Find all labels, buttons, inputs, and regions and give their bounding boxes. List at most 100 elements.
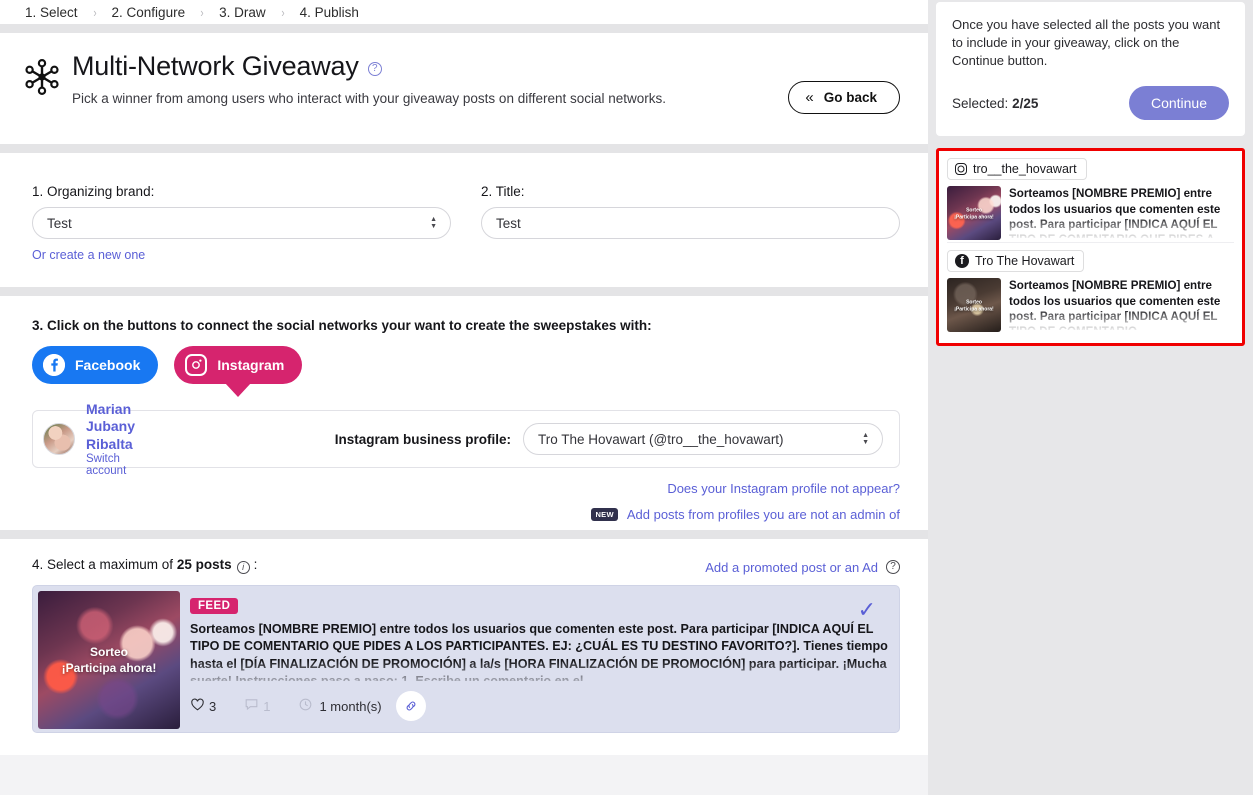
- post-age: 1 month(s): [298, 697, 382, 715]
- add-promoted-post-link[interactable]: Add a promoted post or an Ad ?: [705, 560, 900, 575]
- post-type-badge: FEED: [190, 598, 239, 614]
- section-social-networks: 3. Click on the buttons to connect the s…: [0, 296, 928, 530]
- breadcrumb-step-draw[interactable]: 3. Draw: [216, 5, 269, 20]
- right-sidebar: Once you have selected all the posts you…: [936, 0, 1253, 795]
- page-title: Multi-Network Giveaway ?: [72, 51, 666, 81]
- go-back-button[interactable]: « Go back: [788, 81, 900, 114]
- post-thumbnail-line1: Sorteo: [89, 644, 128, 659]
- breadcrumb-step-publish[interactable]: 4. Publish: [297, 5, 362, 20]
- selected-post-handle: tro__the_hovawart: [973, 162, 1077, 177]
- selected-post-item[interactable]: tro__the_hovawart Sorteo ¡Participa ahor…: [947, 158, 1234, 242]
- info-icon[interactable]: i: [236, 561, 250, 574]
- account-name[interactable]: Marian Jubany Ribalta: [86, 401, 145, 454]
- breadcrumb-step-configure[interactable]: 2. Configure: [109, 5, 189, 20]
- title-field: 2. Title:: [481, 184, 900, 264]
- post-thumbnail-caption: Sorteo ¡Participa ahora!: [38, 644, 180, 676]
- selected-post-network-tag: tro__the_hovawart: [947, 158, 1087, 181]
- selected-post-thumbnail-caption: Sorteo ¡Participa ahora!: [947, 300, 1001, 313]
- post-likes: 3: [190, 697, 216, 715]
- selected-counter-value: 2/25: [1012, 95, 1039, 111]
- profile-not-appear-link[interactable]: Does your Instagram profile not appear?: [32, 481, 900, 496]
- post-thumbnail-line2: ¡Participa ahora!: [61, 661, 157, 675]
- selected-post-handle: Tro The Hovawart: [975, 254, 1075, 269]
- app-page: 1. Select › 2. Configure › 3. Draw › 4. …: [0, 0, 1253, 795]
- divider-strip: [0, 530, 928, 539]
- heart-icon: [190, 697, 205, 715]
- breadcrumb: 1. Select › 2. Configure › 3. Draw › 4. …: [0, 0, 928, 24]
- section-select-posts: 4. Select a maximum of 25 posts i: Add a …: [0, 539, 928, 755]
- selected-counter: Selected: 2/25: [952, 96, 1038, 111]
- selected-post-thumbnail: Sorteo ¡Participa ahora!: [947, 278, 1001, 333]
- divider-strip: [0, 144, 928, 153]
- selected-post-network-tag: f Tro The Hovawart: [947, 250, 1085, 273]
- instagram-icon: [185, 354, 208, 376]
- selected-counter-label: Selected:: [952, 95, 1009, 111]
- title-label: 2. Title:: [481, 184, 525, 199]
- selected-post-thumb-line2: ¡Participa ahora!: [954, 306, 994, 313]
- link-icon[interactable]: [395, 691, 426, 721]
- add-promoted-post-label: Add a promoted post or an Ad: [705, 559, 878, 575]
- post-text: Sorteamos [NOMBRE PREMIO] entre todos lo…: [190, 622, 888, 681]
- help-icon[interactable]: ?: [367, 62, 382, 77]
- selected-post-text: Sorteamos [NOMBRE PREMIO] entre todos lo…: [1009, 279, 1221, 330]
- post-age-label: 1 month(s): [319, 698, 382, 714]
- post-thumbnail: Sorteo ¡Participa ahora!: [38, 591, 180, 729]
- title-input[interactable]: [481, 207, 900, 239]
- go-back-label: Go back: [823, 90, 877, 105]
- network-hub-icon: [22, 57, 62, 97]
- selected-post-thumbnail-caption: Sorteo ¡Participa ahora!: [947, 208, 1001, 221]
- continue-instructions: Once you have selected all the posts you…: [952, 17, 1221, 68]
- page-subtitle: Pick a winner from among users who inter…: [72, 91, 667, 107]
- breadcrumb-separator-icon: ›: [200, 4, 204, 20]
- post-card[interactable]: Sorteo ¡Participa ahora! FEED Sorteamos …: [32, 585, 900, 733]
- social-networks-heading: 3. Click on the buttons to connect the s…: [32, 318, 900, 333]
- chevron-left-double-icon: «: [805, 89, 813, 106]
- divider-strip: [0, 287, 928, 296]
- organizing-brand-select[interactable]: Test: [32, 207, 451, 239]
- help-icon[interactable]: ?: [886, 560, 900, 574]
- instagram-business-profile-label: Instagram business profile:: [334, 431, 511, 447]
- post-body: FEED Sorteamos [NOMBRE PREMIO] entre tod…: [180, 591, 894, 727]
- instagram-business-profile-select[interactable]: Tro The Hovawart (@tro__the_hovawart): [523, 423, 883, 455]
- facebook-label: Facebook: [75, 357, 141, 373]
- main-column: 1. Select › 2. Configure › 3. Draw › 4. …: [0, 0, 928, 795]
- breadcrumb-step-select[interactable]: 1. Select: [22, 5, 81, 20]
- breadcrumb-separator-icon: ›: [280, 4, 285, 20]
- instagram-label: Instagram: [217, 357, 285, 373]
- post-likes-count: 3: [209, 698, 217, 714]
- avatar: [43, 423, 75, 455]
- selected-post-item[interactable]: f Tro The Hovawart Sorteo ¡Participa aho…: [947, 242, 1234, 334]
- page-header: Multi-Network Giveaway ? Pick a winner f…: [0, 33, 928, 144]
- section-brand-title: 1. Organizing brand: Test ▲ ▼ Or create a…: [0, 153, 928, 287]
- connect-facebook-button[interactable]: Facebook: [32, 346, 159, 384]
- connect-instagram-button[interactable]: Instagram: [174, 346, 303, 384]
- instagram-icon: [955, 163, 967, 176]
- add-posts-from-other-profiles-link[interactable]: Add posts from profiles you are not an a…: [627, 507, 900, 522]
- selected-post-thumb-line2: ¡Participa ahora!: [954, 214, 994, 221]
- switch-account-link[interactable]: Switch account: [86, 453, 145, 477]
- facebook-icon: f: [955, 254, 969, 269]
- facebook-icon: [43, 354, 65, 376]
- selected-posts-list: tro__the_hovawart Sorteo ¡Participa ahor…: [936, 148, 1245, 347]
- profile-help-links: Does your Instagram profile not appear? …: [32, 481, 900, 522]
- divider-strip: [0, 24, 928, 33]
- select-posts-heading-prefix: 4. Select a maximum of: [32, 557, 177, 572]
- clock-icon: [298, 697, 313, 715]
- post-meta: 3 1 1 month(s): [190, 691, 426, 721]
- post-comments: 1: [244, 697, 270, 715]
- network-buttons: Facebook Instagram: [32, 346, 900, 384]
- selected-post-text: Sorteamos [NOMBRE PREMIO] entre todos lo…: [1009, 187, 1221, 238]
- continue-panel: Once you have selected all the posts you…: [936, 2, 1245, 137]
- post-selected-check-icon[interactable]: ✓: [858, 599, 876, 621]
- page-title-text: Multi-Network Giveaway: [72, 51, 359, 81]
- select-posts-max: 25 posts: [176, 557, 232, 572]
- create-new-brand-link[interactable]: Or create a new one: [32, 248, 145, 262]
- comment-icon: [244, 697, 259, 715]
- connected-account-box: Marian Jubany Ribalta Switch account Ins…: [32, 401, 900, 477]
- selected-post-thumbnail: Sorteo ¡Participa ahora!: [947, 186, 1001, 241]
- social-networks-heading-text: 3. Click on the buttons to connect the s…: [32, 318, 652, 333]
- select-posts-heading-suffix: :: [253, 557, 258, 572]
- select-posts-heading: 4. Select a maximum of 25 posts i:: [32, 557, 258, 574]
- continue-button[interactable]: Continue: [1128, 86, 1229, 121]
- organizing-brand-label: 1. Organizing brand:: [32, 184, 155, 199]
